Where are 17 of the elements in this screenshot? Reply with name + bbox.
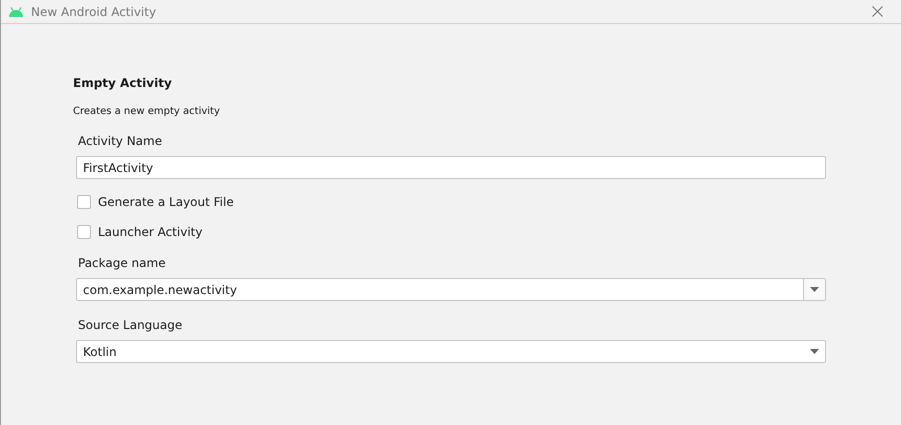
field-label: Source Language (78, 318, 184, 332)
input-field[interactable]: FirstActivity (76, 156, 826, 179)
field-label: Package name (78, 256, 167, 270)
field-label: Activity Name (78, 134, 164, 148)
checkbox[interactable] (77, 195, 91, 209)
combo-box[interactable]: com.example.newactivity (76, 278, 826, 301)
caret-icon (810, 349, 819, 354)
checkbox-label[interactable]: Launcher Activity (98, 225, 202, 239)
close-icon[interactable] (872, 6, 883, 17)
checkbox[interactable] (77, 225, 91, 239)
activity-description: Creates a new empty activity (73, 106, 221, 117)
activity-heading: Empty Activity (73, 76, 173, 92)
checkbox-label[interactable]: Generate a Layout File (98, 195, 234, 209)
caret-icon (810, 287, 819, 292)
dropdown[interactable]: Kotlin (76, 340, 826, 363)
window-title: New Android Activity (31, 4, 158, 18)
android-icon (8, 6, 24, 16)
